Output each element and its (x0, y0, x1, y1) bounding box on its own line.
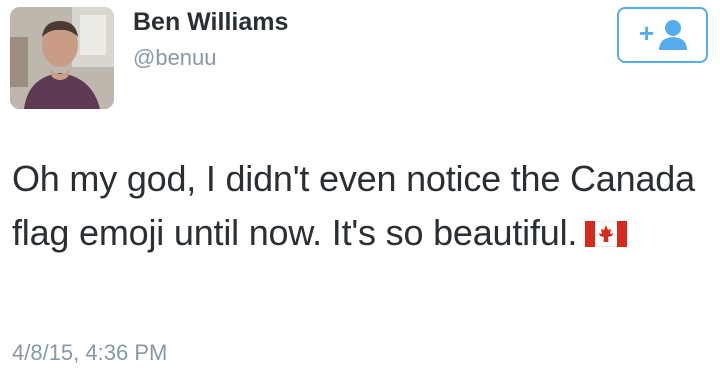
tweet-text: Oh my god, I didn't even notice the Cana… (12, 152, 712, 260)
follow-button[interactable]: + (617, 7, 708, 63)
canada-flag-emoji (585, 221, 628, 247)
username-handle[interactable]: @benuu (133, 45, 217, 71)
add-user-icon: + (639, 18, 687, 50)
tweet-card: Ben Williams @benuu + Oh my god, I didn'… (0, 0, 720, 383)
svg-text:+: + (639, 18, 654, 48)
avatar[interactable] (10, 7, 114, 109)
display-name[interactable]: Ben Williams (133, 8, 288, 37)
timestamp[interactable]: 4/8/15, 4:36 PM (12, 340, 167, 366)
